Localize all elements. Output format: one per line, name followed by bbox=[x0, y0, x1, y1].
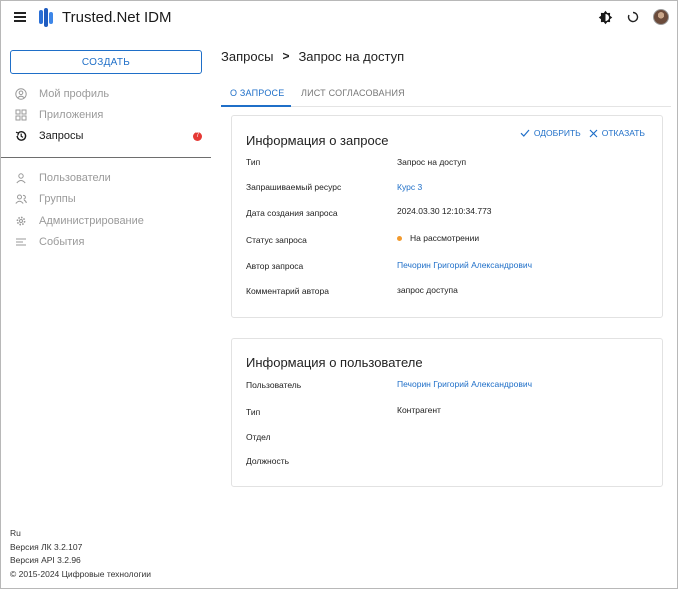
sidebar-item-label: События bbox=[39, 236, 85, 248]
field-label: Должность bbox=[246, 456, 290, 466]
sidebar-footer: Ru Версия ЛК 3.2.107 Версия API 3.2.96 ©… bbox=[10, 527, 151, 581]
user-info-card: Информация о пользователе Пользователь П… bbox=[231, 338, 663, 487]
sidebar-item-label: Мой профиль bbox=[39, 88, 110, 100]
groups-icon bbox=[15, 193, 27, 205]
sidebar-item-profile[interactable]: Мой профиль bbox=[1, 84, 211, 104]
theme-toggle-icon[interactable] bbox=[596, 8, 614, 26]
sidebar-item-label: Пользователи bbox=[39, 172, 111, 184]
reject-label: ОТКАЗАТЬ bbox=[601, 128, 645, 138]
field-label: Автор запроса bbox=[246, 261, 304, 271]
apps-icon bbox=[15, 109, 27, 121]
version-lk: Версия ЛК 3.2.107 bbox=[10, 541, 83, 552]
sidebar-item-label: Запросы bbox=[39, 130, 84, 142]
sidebar-item-groups[interactable]: Группы bbox=[1, 189, 211, 209]
sidebar-item-label: Администрирование bbox=[39, 215, 144, 227]
field-value: запрос доступа bbox=[397, 285, 458, 295]
request-card-title: Информация о запросе bbox=[246, 133, 389, 148]
breadcrumb-parent[interactable]: Запросы bbox=[221, 49, 273, 64]
refresh-icon[interactable] bbox=[624, 8, 642, 26]
request-info-card: Информация о запросе ОДОБРИТЬ ОТКАЗАТЬ Т… bbox=[231, 115, 663, 318]
events-icon bbox=[15, 236, 27, 248]
approve-button[interactable]: ОДОБРИТЬ bbox=[520, 128, 581, 138]
tab-about-request[interactable]: О ЗАПРОСЕ bbox=[230, 88, 284, 98]
field-label: Статус запроса bbox=[246, 235, 307, 245]
user-avatar[interactable] bbox=[652, 8, 670, 26]
create-button[interactable]: СОЗДАТЬ bbox=[10, 50, 202, 74]
field-label: Запрашиваемый ресурс bbox=[246, 182, 342, 192]
sidebar-item-admin[interactable]: Администрирование bbox=[1, 211, 211, 231]
field-label: Дата создания запроса bbox=[246, 208, 338, 218]
history-icon bbox=[15, 130, 27, 142]
field-value: Контрагент bbox=[397, 405, 441, 415]
users-icon bbox=[15, 172, 27, 184]
sidebar-item-users[interactable]: Пользователи bbox=[1, 168, 211, 188]
field-label: Комментарий автора bbox=[246, 286, 329, 296]
breadcrumb: Запросы > Запрос на доступ bbox=[221, 49, 404, 64]
field-label: Пользователь bbox=[246, 380, 302, 390]
status-dot bbox=[397, 236, 402, 242]
app-title: Trusted.Net IDM bbox=[62, 9, 172, 26]
status-text: На рассмотрении bbox=[410, 233, 480, 243]
sidebar-item-apps[interactable]: Приложения bbox=[1, 105, 211, 125]
approve-label: ОДОБРИТЬ bbox=[533, 128, 581, 138]
active-tab-indicator bbox=[221, 105, 291, 107]
status-value: На рассмотрении bbox=[397, 233, 479, 243]
sidebar: СОЗДАТЬ Мой профиль Приложения Запросы 7 bbox=[1, 35, 211, 589]
gear-icon bbox=[15, 215, 27, 227]
breadcrumb-separator: > bbox=[282, 49, 290, 63]
tab-approval-sheet[interactable]: ЛИСТ СОГЛАСОВАНИЯ bbox=[301, 88, 405, 98]
resource-link[interactable]: Курс 3 bbox=[397, 182, 422, 192]
field-label: Тип bbox=[246, 407, 261, 417]
reject-button[interactable]: ОТКАЗАТЬ bbox=[589, 128, 645, 138]
breadcrumb-current: Запрос на доступ bbox=[298, 49, 405, 64]
sidebar-item-label: Приложения bbox=[39, 109, 104, 121]
menu-icon[interactable] bbox=[14, 12, 26, 22]
top-bar: Trusted.Net IDM bbox=[1, 1, 678, 35]
tabs: О ЗАПРОСЕ ЛИСТ СОГЛАСОВАНИЯ bbox=[221, 83, 671, 107]
author-link[interactable]: Печорин Григорий Александрович bbox=[397, 260, 532, 270]
sidebar-item-label: Группы bbox=[39, 193, 76, 205]
version-api: Версия API 3.2.96 bbox=[10, 555, 81, 565]
field-label: Тип bbox=[246, 157, 261, 167]
language-label[interactable]: Ru bbox=[10, 527, 151, 541]
field-label: Отдел bbox=[246, 432, 271, 442]
copyright: © 2015-2024 Цифровые технологии bbox=[10, 568, 152, 579]
field-value: 2024.03.30 12:10:34.773 bbox=[397, 206, 492, 216]
sidebar-divider bbox=[1, 157, 211, 158]
check-icon bbox=[520, 129, 530, 137]
sidebar-item-events[interactable]: События bbox=[1, 232, 211, 252]
user-link[interactable]: Печорин Григорий Александрович bbox=[397, 379, 532, 389]
requests-count-badge: 7 bbox=[193, 131, 202, 141]
app-frame: Trusted.Net IDM СОЗДАТЬ Мой профиль Прил… bbox=[0, 0, 678, 589]
logo-icon bbox=[39, 8, 53, 27]
user-card-title: Информация о пользователе bbox=[246, 355, 423, 370]
sidebar-item-requests[interactable]: Запросы 7 bbox=[1, 126, 211, 146]
field-value: Запрос на доступ bbox=[397, 157, 467, 167]
profile-icon bbox=[15, 88, 27, 100]
close-icon bbox=[589, 129, 598, 137]
